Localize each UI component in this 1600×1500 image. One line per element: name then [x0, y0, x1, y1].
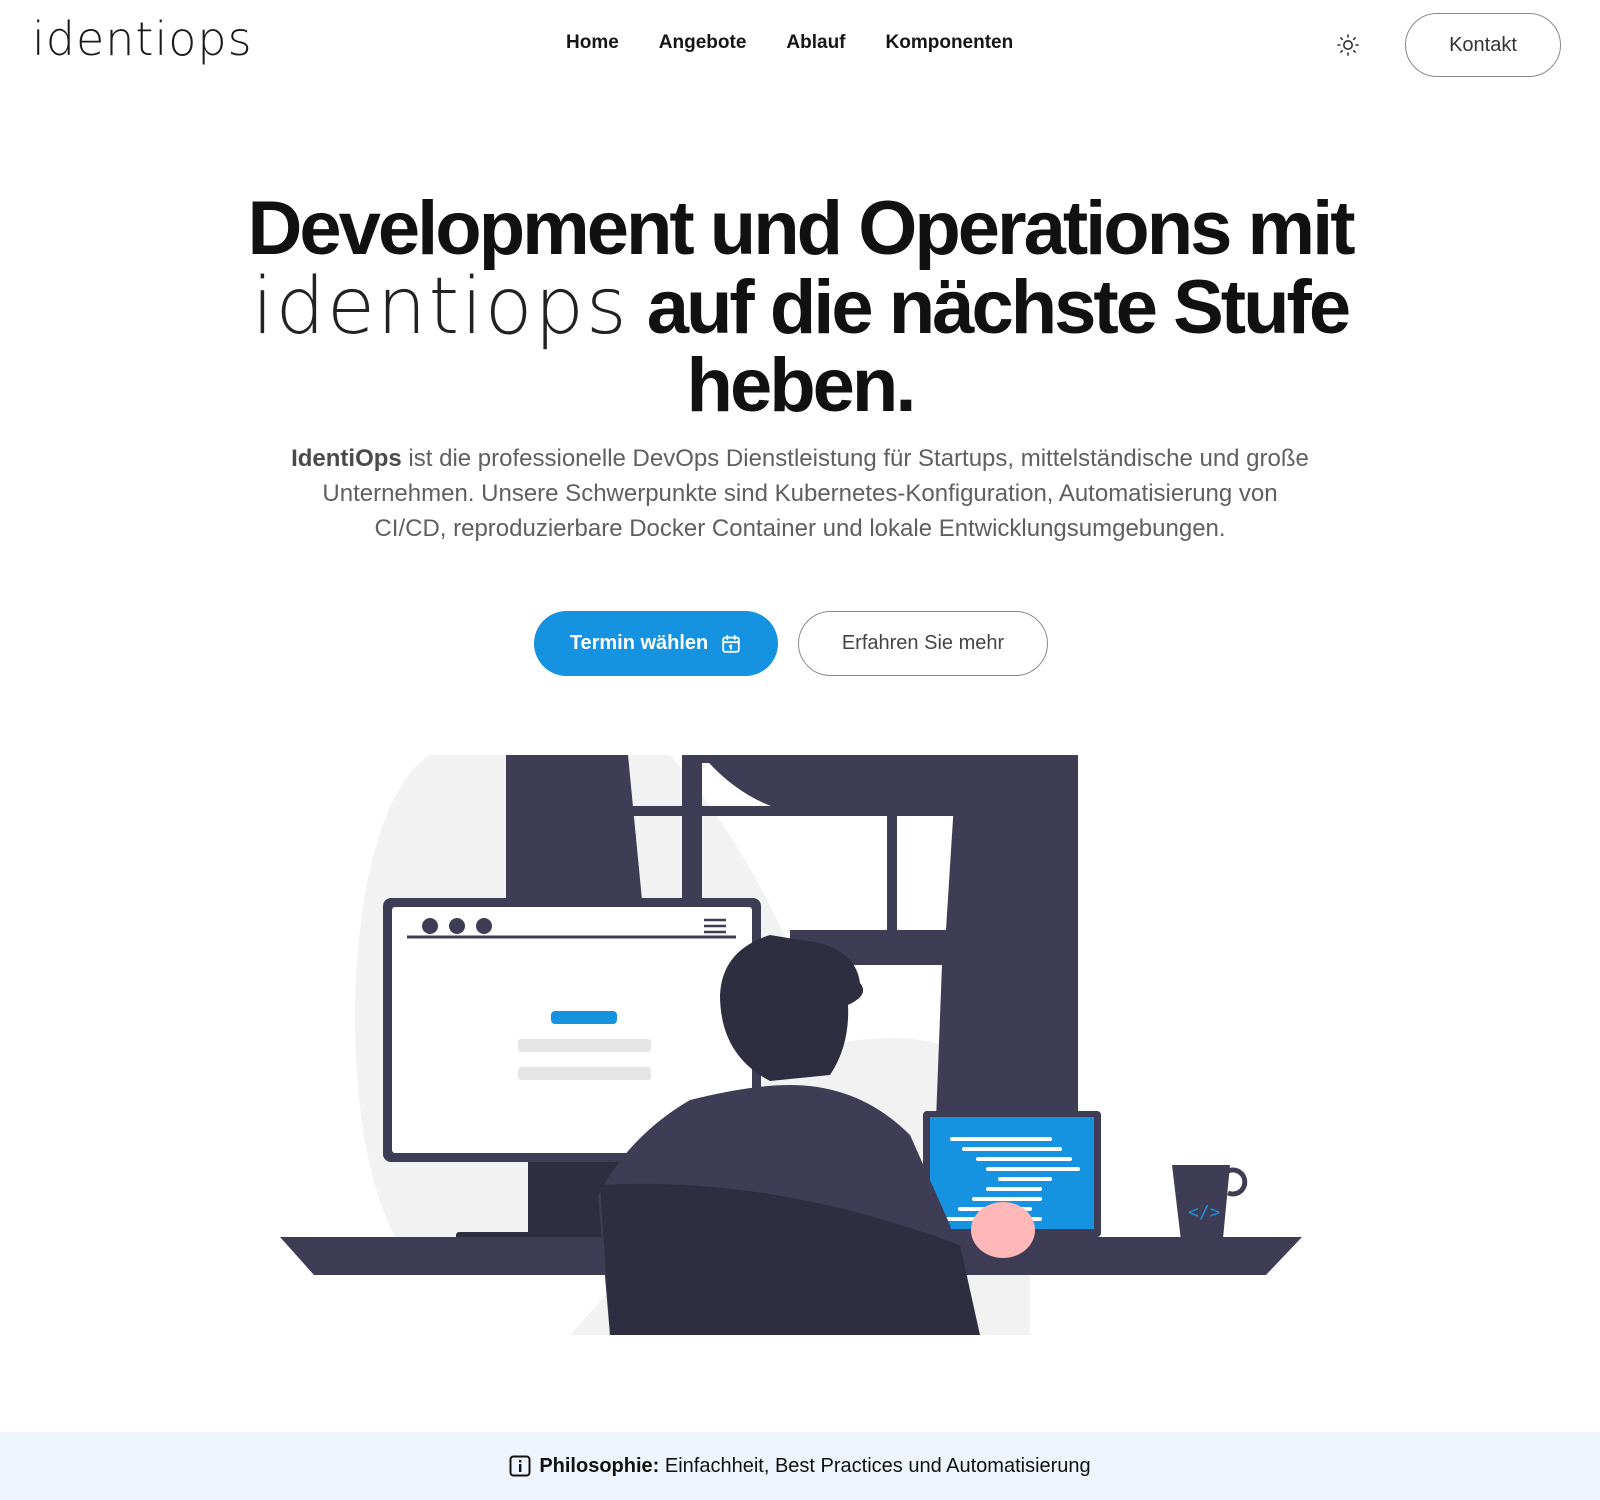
hero-title-line1: Development und Operations mit: [247, 186, 1355, 271]
hero-title-line2: identiops auf die nächste Stufe: [0, 268, 1600, 347]
nav-home[interactable]: Home: [566, 32, 619, 54]
hero-title-line2-rest: auf die nächste Stufe: [646, 265, 1351, 350]
philosophy-banner: Philosophie: Einfachheit, Best Practices…: [0, 1432, 1600, 1500]
hero-subtitle-text: ist die professionelle DevOps Dienstleis…: [322, 445, 1309, 542]
philosophy-text: Philosophie: Einfachheit, Best Practices…: [539, 1455, 1090, 1478]
site-header: identiops Home Angebote Ablauf Komponent…: [0, 0, 1600, 92]
hero-subtitle: IdentiOps ist die professionelle DevOps …: [290, 441, 1310, 546]
hero-illustration: </>: [270, 745, 1310, 1335]
hero-subtitle-brand: IdentiOps: [291, 445, 402, 472]
contact-button[interactable]: Kontakt: [1405, 13, 1561, 77]
nav-komponenten[interactable]: Komponenten: [886, 32, 1014, 54]
calendar-icon: [722, 634, 740, 653]
logo-accent: [32, 12, 262, 78]
sun-icon[interactable]: [1336, 33, 1360, 57]
philosophy-label: Philosophie:: [539, 1454, 660, 1477]
learn-more-button[interactable]: Erfahren Sie mehr: [798, 611, 1048, 676]
info-icon: [509, 1455, 531, 1477]
nav-ablauf[interactable]: Ablauf: [786, 32, 845, 54]
philosophy-value: Einfachheit, Best Practices und Automati…: [659, 1454, 1091, 1477]
book-appointment-label: Termin wählen: [569, 632, 709, 654]
svg-text:</>: </>: [1188, 1202, 1221, 1223]
hero-title: Development und Operations mit identiops…: [0, 190, 1600, 425]
hero-inline-logo: identiops: [251, 262, 629, 352]
main-nav: Home Angebote Ablauf Komponenten: [566, 32, 1013, 54]
book-appointment-button[interactable]: Termin wählen: [534, 611, 778, 676]
hero-title-line3: heben.: [686, 343, 917, 428]
logo[interactable]: identiops: [32, 12, 262, 78]
nav-angebote[interactable]: Angebote: [659, 32, 747, 54]
